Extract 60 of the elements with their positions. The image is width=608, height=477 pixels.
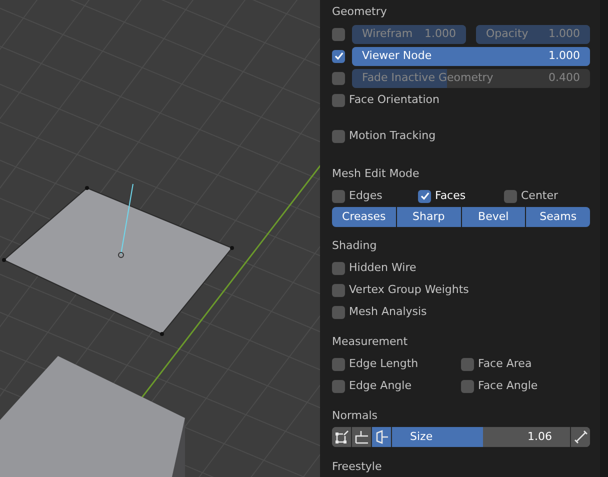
normal-mode-button[interactable] — [372, 427, 392, 447]
checkbox[interactable] — [332, 28, 345, 40]
checkbox-label: Faces — [435, 188, 466, 204]
slider[interactable]: Wirefram 1.000 — [352, 24, 466, 44]
split-normal-icon — [354, 430, 368, 444]
normal-mode-button[interactable] — [352, 427, 372, 447]
checkbox-label: Vertex Group Weights — [349, 282, 469, 298]
viewport-drawing[interactable] — [0, 0, 320, 477]
checkbox[interactable] — [461, 358, 474, 370]
slider[interactable]: Fade Inactive Geometry 0.400 — [352, 68, 590, 88]
section-header: Measurement — [332, 334, 409, 350]
checkbox-label: Hidden Wire — [349, 260, 416, 276]
checkbox-label: Mesh Analysis — [349, 304, 427, 320]
checkbox[interactable] — [332, 262, 345, 274]
toggle-button[interactable]: Seams — [525, 207, 590, 227]
checkbox-label: Center — [521, 188, 558, 204]
checkbox[interactable] — [332, 358, 345, 370]
diagonal-line-icon — [574, 430, 588, 444]
slider-label: Viewer Node — [362, 48, 432, 64]
toggle-button[interactable]: Bevel — [460, 207, 526, 227]
checkbox[interactable] — [332, 306, 345, 318]
vertex-normal-icon — [334, 430, 348, 444]
section-header: Geometry — [332, 4, 388, 20]
toggle-button[interactable]: Sharp — [396, 207, 460, 227]
slider-label: Opacity — [486, 26, 528, 42]
slider-label: Size — [410, 428, 433, 445]
section-header: Normals — [332, 408, 379, 424]
checkbox-label: Face Orientation — [349, 92, 440, 108]
checkbox-label: Edge Length — [349, 356, 418, 372]
slider-value: 1.000 — [548, 48, 580, 64]
checkbox-label: Face Area — [478, 356, 532, 372]
checkbox[interactable] — [332, 50, 345, 62]
slider-value: 1.000 — [424, 26, 456, 42]
slider-label: Wirefram — [362, 26, 413, 42]
normal-mode-button[interactable] — [332, 427, 352, 447]
slider-value: 1.06 — [528, 428, 552, 445]
checkbox[interactable] — [332, 284, 345, 296]
slider-label: Fade Inactive Geometry — [362, 70, 494, 86]
section-header: Shading — [332, 238, 378, 254]
slider-value: 0.400 — [548, 70, 580, 86]
checkbox-label: Edges — [349, 188, 382, 204]
slider[interactable]: Opacity 1.000 — [476, 24, 590, 44]
section-header: Freestyle — [332, 459, 383, 474]
checkbox[interactable] — [332, 72, 345, 84]
toggle-button[interactable]: Creases — [332, 207, 396, 227]
checkbox-label: Face Angle — [478, 378, 538, 394]
slider-value: 1.000 — [548, 26, 580, 42]
checkbox[interactable] — [332, 130, 345, 142]
checkbox[interactable] — [418, 190, 431, 202]
face-normal-icon — [374, 430, 388, 444]
checkbox[interactable] — [332, 380, 345, 392]
checkbox-label: Edge Angle — [349, 378, 412, 394]
checkbox[interactable] — [332, 94, 345, 106]
section-header: Mesh Edit Mode — [332, 166, 420, 182]
constant-size-button[interactable] — [570, 427, 590, 447]
checkbox[interactable] — [461, 380, 474, 392]
checkbox[interactable] — [504, 190, 517, 202]
checkbox-label: Motion Tracking — [349, 128, 436, 144]
slider[interactable]: Viewer Node 1.000 — [352, 46, 590, 66]
checkbox[interactable] — [332, 190, 345, 202]
